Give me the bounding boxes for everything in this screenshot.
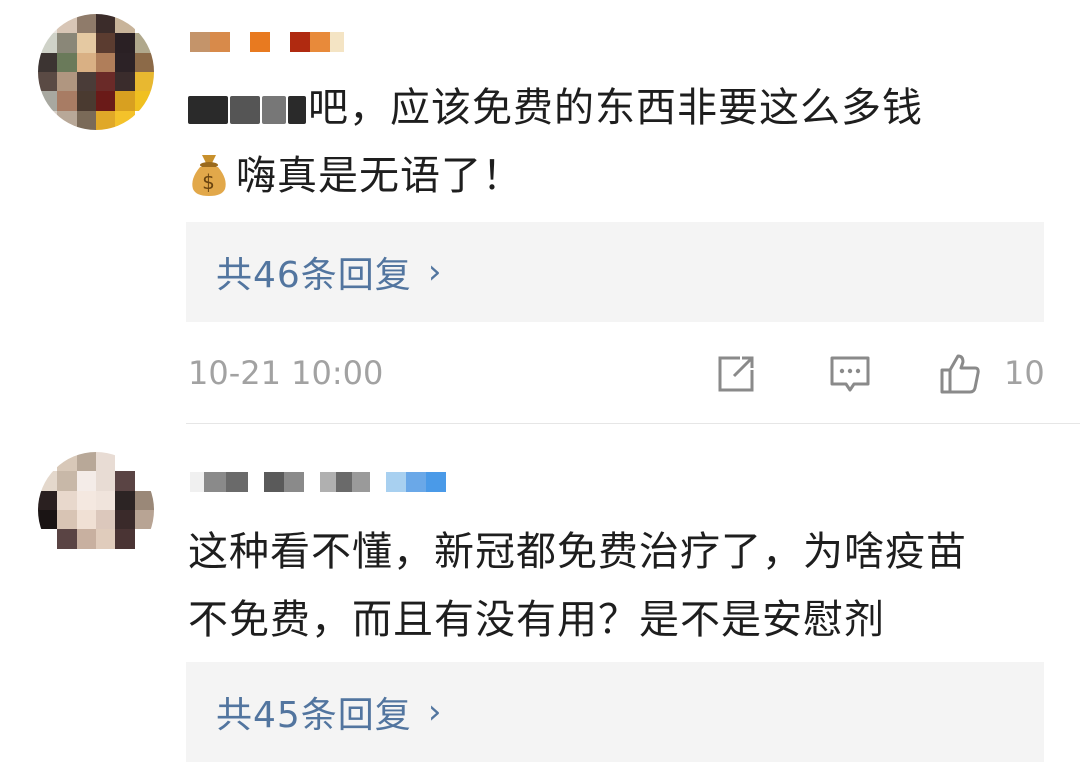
username[interactable] — [190, 22, 344, 62]
comment-line-text: 吧，应该免费的东西非要这么多钱 — [308, 85, 923, 131]
reply-count-label: 共46条回复 — [216, 255, 412, 296]
comment-item: 这种看不懂，新冠都免费治疗了，为啥疫苗 不免费，而且有没有用？是不是安慰剂 共4… — [0, 424, 1080, 764]
reply-count-label: 共45条回复 — [216, 695, 412, 736]
redacted-text — [230, 96, 260, 124]
comment-text: 吧，应该免费的东西非要这么多钱 $ 嗨真是无语了！ — [188, 74, 1048, 210]
comment-line: 吧，应该免费的东西非要这么多钱 — [188, 74, 1048, 142]
chevron-right-icon: › — [427, 692, 443, 732]
avatar[interactable] — [38, 14, 154, 130]
comment-text: 这种看不懂，新冠都免费治疗了，为啥疫苗 不免费，而且有没有用？是不是安慰剂 — [188, 518, 1048, 654]
chevron-right-icon: › — [427, 252, 443, 292]
comment-actions: 10-21 10:00 10 — [188, 350, 1048, 400]
comment-line-text: 嗨真是无语了！ — [236, 153, 523, 199]
username[interactable] — [190, 462, 446, 502]
comment-line: $ 嗨真是无语了！ — [188, 142, 1048, 210]
redacted-text — [188, 96, 228, 124]
view-replies-button[interactable]: 共45条回复 › — [186, 662, 1044, 762]
thumbs-up-icon[interactable] — [938, 352, 982, 396]
redacted-text — [288, 96, 306, 124]
comment-icon[interactable] — [828, 352, 872, 396]
comment-line: 不免费，而且有没有用？是不是安慰剂 — [188, 597, 885, 643]
view-replies-button[interactable]: 共46条回复 › — [186, 222, 1044, 322]
comment-line: 这种看不懂，新冠都免费治疗了，为啥疫苗 — [188, 529, 967, 575]
avatar[interactable] — [38, 452, 154, 568]
money-bag-icon: $ — [192, 155, 226, 196]
timestamp: 10-21 10:00 — [188, 354, 384, 392]
comment-item: 吧，应该免费的东西非要这么多钱 $ 嗨真是无语了！ 共46条回复 › 10-21… — [0, 0, 1080, 424]
like-count: 10 — [1004, 354, 1045, 392]
redacted-text — [262, 96, 286, 124]
share-icon[interactable] — [714, 352, 758, 396]
svg-text:$: $ — [202, 170, 216, 194]
